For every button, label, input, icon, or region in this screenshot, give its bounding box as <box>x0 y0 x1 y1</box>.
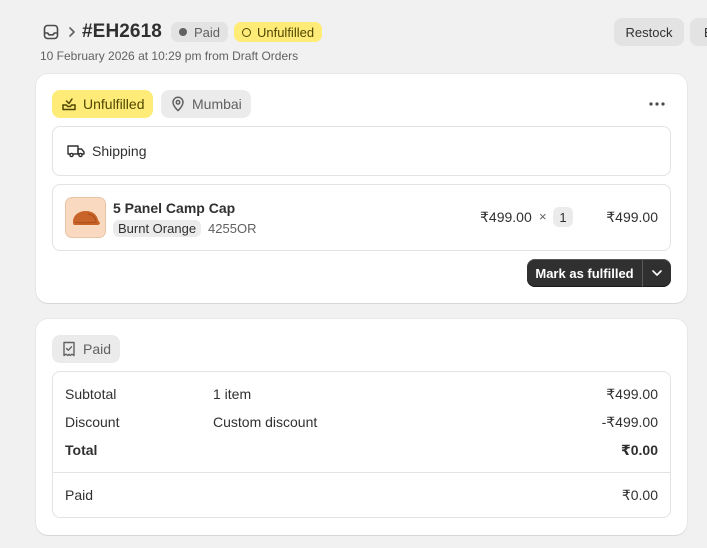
breadcrumb: #EH2618 Paid Unfulfilled <box>42 20 323 44</box>
restock-button[interactable]: Restock <box>614 18 684 46</box>
mark-as-fulfilled-button[interactable]: Mark as fulfilled <box>527 259 671 287</box>
payment-status-chip: Paid <box>52 335 121 363</box>
receipt-icon <box>63 341 75 357</box>
product-variant: Burnt Orange 4255OR <box>113 220 256 237</box>
total-row: Total ₹0.00 <box>65 440 658 460</box>
quantity-badge: 1 <box>553 207 573 227</box>
chevron-down-icon <box>652 270 662 276</box>
location-label: Mumbai <box>192 96 242 112</box>
payment-status-label: Paid <box>193 24 220 40</box>
payment-chip-label: Paid <box>83 341 112 357</box>
payment-summary: Subtotal 1 item ₹499.00 Discount Custom … <box>52 371 671 518</box>
shipping-method-row: Shipping <box>52 126 671 176</box>
fulfillment-status-badge: Unfulfilled <box>233 22 323 42</box>
package-check-icon <box>62 98 76 111</box>
ellipsis-icon <box>649 102 665 106</box>
paid-label: Paid <box>65 487 94 503</box>
payment-card: Paid Subtotal 1 item ₹499.00 Discount Cu… <box>36 319 687 535</box>
more-actions-button[interactable] <box>643 93 671 115</box>
subtotal-row: Subtotal 1 item ₹499.00 <box>65 384 658 404</box>
divider <box>53 472 670 473</box>
discount-amount: -₹499.00 <box>601 413 658 430</box>
fulfill-options-button[interactable] <box>643 270 671 276</box>
line-item: 5 Panel Camp Cap Burnt Orange 4255OR ₹49… <box>52 184 671 251</box>
page-header: #EH2618 Paid Unfulfilled 10 February 202… <box>0 0 707 70</box>
product-sku: 4255OR <box>208 221 257 236</box>
product-thumbnail[interactable] <box>65 197 106 238</box>
status-dot-icon <box>178 28 187 36</box>
payment-status-badge: Paid <box>170 22 228 42</box>
truck-icon <box>67 145 85 158</box>
fulfillment-status-chip: Unfulfilled <box>52 90 154 118</box>
variant-tag: Burnt Orange <box>113 220 202 237</box>
discount-label: Discount <box>65 414 120 430</box>
status-ring-icon <box>241 27 251 37</box>
inbox-icon[interactable] <box>42 23 60 41</box>
location-chip: Mumbai <box>161 90 251 118</box>
discount-detail: Custom discount <box>213 414 318 430</box>
page-title: #EH2618 <box>82 21 162 42</box>
line-total: ₹499.00 <box>606 209 658 225</box>
shipping-label: Shipping <box>92 143 147 159</box>
unit-price: ₹499.00 <box>480 209 532 225</box>
mark-as-fulfilled-label[interactable]: Mark as fulfilled <box>527 259 643 287</box>
fulfillment-status-label: Unfulfilled <box>256 24 315 40</box>
fulfillment-card: Unfulfilled Mumbai Shipping 5 Panel Camp… <box>36 74 687 303</box>
paid-amount: ₹0.00 <box>621 486 658 503</box>
multiply-sign: × <box>539 209 547 224</box>
total-label: Total <box>65 442 98 458</box>
chevron-right-icon <box>68 26 76 38</box>
discount-row: Discount Custom discount -₹499.00 <box>65 412 658 432</box>
order-subtitle: 10 February 2026 at 10:29 pm from Draft … <box>40 49 299 63</box>
map-pin-icon <box>172 96 184 112</box>
edit-button[interactable]: E <box>690 18 707 46</box>
paid-row: Paid ₹0.00 <box>65 485 658 505</box>
product-name[interactable]: 5 Panel Camp Cap <box>113 200 235 216</box>
subtotal-amount: ₹499.00 <box>606 385 658 402</box>
subtotal-label: Subtotal <box>65 386 117 402</box>
total-amount: ₹0.00 <box>621 441 658 458</box>
subtotal-detail: 1 item <box>213 386 252 402</box>
fulfillment-chip-label: Unfulfilled <box>83 96 145 112</box>
